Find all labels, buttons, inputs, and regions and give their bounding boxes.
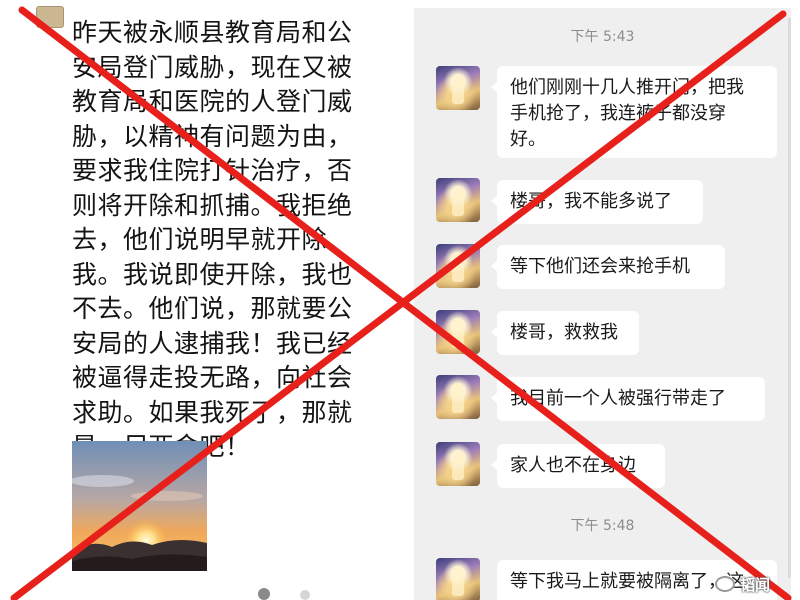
- post-author-avatar[interactable]: [36, 6, 64, 28]
- social-post: 昨天被永顺县教育局和公 安局登门威胁，现在又被 教育局和医院的人登门威 胁，以精…: [0, 0, 400, 600]
- watermark: 韬闻: [715, 573, 770, 595]
- sunset-photo-graphic: [72, 441, 207, 571]
- comment-icon[interactable]: [300, 590, 310, 600]
- post-action-bar: [0, 578, 400, 600]
- chat-window: 下午 5:43 他们刚刚十几人推开门，把我 手机抢了，我连裤子都没穿 好。 楼哥…: [414, 8, 791, 600]
- sender-avatar[interactable]: [436, 310, 480, 354]
- timestamp-1: 下午 5:43: [570, 29, 635, 45]
- timestamp-2: 下午 5:48: [570, 518, 635, 534]
- chat-message-3[interactable]: 等下他们还会来抢手机: [491, 245, 725, 289]
- scrollbar[interactable]: [788, 18, 791, 578]
- sender-avatar[interactable]: [436, 442, 480, 486]
- chat-message-5[interactable]: 我目前一个人被强行带走了: [491, 377, 765, 421]
- sender-avatar[interactable]: [436, 244, 480, 288]
- watermark-logo-icon: [715, 576, 735, 592]
- chat-message-1[interactable]: 他们刚刚十几人推开门，把我 手机抢了，我连裤子都没穿 好。: [491, 66, 777, 158]
- chat-message-2[interactable]: 楼哥，我不能多说了: [491, 180, 703, 224]
- post-sunset-photo[interactable]: [72, 441, 207, 571]
- sender-avatar[interactable]: [436, 66, 480, 110]
- chat-message-6[interactable]: 家人也不在身边: [491, 444, 665, 488]
- sender-avatar[interactable]: [436, 375, 480, 419]
- sender-avatar[interactable]: [436, 178, 480, 222]
- like-icon[interactable]: [258, 588, 270, 600]
- chat-message-4[interactable]: 楼哥，救救我: [491, 311, 639, 355]
- sender-avatar[interactable]: [436, 558, 480, 600]
- post-text: 昨天被永顺县教育局和公 安局登门威胁，现在又被 教育局和医院的人登门威 胁，以精…: [72, 18, 353, 461]
- watermark-text: 韬闻: [740, 575, 771, 594]
